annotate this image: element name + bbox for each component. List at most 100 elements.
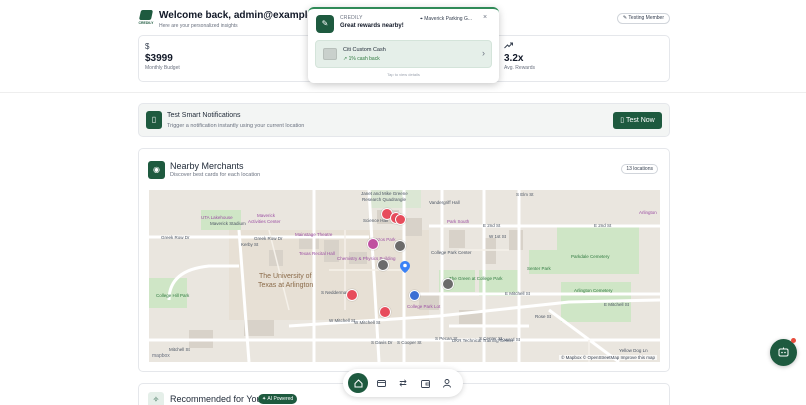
user-icon	[443, 379, 451, 388]
map-label: Parkdale Cemetery	[571, 254, 610, 259]
mapbox-logo: mapbox	[152, 353, 170, 359]
map-label: S Elm St	[516, 192, 534, 197]
map-pin-icon: ◉	[148, 161, 165, 179]
nav-transfers[interactable]: ⇄	[393, 373, 413, 393]
map-label: E 2nd St	[483, 223, 501, 228]
merchant-pin[interactable]	[409, 290, 420, 301]
nav-wallet[interactable]	[415, 373, 435, 393]
notifications-title: Test Smart Notifications	[167, 112, 241, 119]
map-label: Activities Center	[248, 219, 281, 224]
merchant-pin[interactable]	[394, 240, 406, 252]
popup-title: Great rewards nearby!	[340, 23, 404, 29]
rewards-notification-popup[interactable]: ✎ CREDILY Great rewards nearby! ⌖ Maveri…	[308, 7, 499, 83]
stat-label: Avg. Rewards	[504, 65, 536, 71]
merchant-pin[interactable]	[442, 278, 454, 290]
merchant-pin[interactable]	[395, 214, 406, 225]
offer-cashback: ↗ 1% cash back	[343, 56, 380, 62]
map-label: S Nedderman	[321, 290, 349, 295]
merchant-pin[interactable]	[346, 289, 358, 301]
map-label: Research Quadrangle	[362, 197, 407, 202]
map-label: Senter Park	[527, 266, 551, 271]
notifications-subtitle: Trigger a notification instantly using y…	[167, 123, 305, 129]
credily-logo: CREDILY	[138, 10, 154, 30]
stat-monthly-budget: $ $3999 Monthly Budget	[145, 42, 180, 71]
map-label: Maverick	[257, 213, 276, 218]
map-label: S Pecan St	[435, 336, 458, 341]
transfer-icon: ⇄	[399, 378, 407, 388]
merchant-pin[interactable]	[377, 259, 389, 271]
section-divider	[0, 92, 806, 93]
map-label: College Park Center	[431, 250, 472, 255]
test-notifications-card: ▯ Test Smart Notifications Trigger a not…	[138, 103, 670, 137]
ai-powered-badge: ✦ AI Powered	[258, 394, 298, 404]
map-label: Janet and Mike Greene	[361, 191, 408, 196]
smartphone-icon: ▯	[146, 111, 162, 129]
popup-footer: Tap to view details	[387, 72, 420, 77]
current-location-pin	[400, 261, 410, 273]
stat-avg-rewards: 3.2x Avg. Rewards	[504, 42, 535, 71]
locations-count-badge: 13 locations	[621, 164, 658, 174]
map-label: Arlington	[639, 210, 657, 215]
credit-card-icon	[376, 380, 386, 388]
credily-app-icon: ✎	[316, 15, 334, 33]
nearby-merchants-card: ◉ Nearby Merchants Discover best cards f…	[138, 148, 670, 372]
sparkles-icon: ✧	[148, 392, 164, 405]
tag-icon: ✎	[622, 15, 628, 21]
map-label: Maverick Stadium	[210, 221, 246, 226]
map-label: The University of	[259, 273, 312, 280]
wallet-icon	[420, 379, 430, 388]
home-icon	[354, 379, 362, 388]
testing-member-badge: ✎ Testing Member	[616, 13, 670, 24]
merchants-subtitle: Discover best cards for each location	[170, 172, 261, 178]
card-offer[interactable]: Citi Custom Cash ↗ 1% cash back ›	[315, 40, 492, 68]
welcome-subtitle: Here are your personalized insights	[159, 23, 238, 29]
map-label: E 2nd St	[594, 223, 612, 228]
location-pin-icon: ⌖	[420, 16, 423, 22]
map-label: College Hill Park	[156, 293, 190, 298]
close-icon[interactable]: ×	[483, 14, 487, 21]
test-now-button[interactable]: ▯ Test Now	[613, 112, 662, 129]
nav-home[interactable]	[348, 373, 368, 393]
map-label: W 1st St	[489, 234, 507, 239]
merchants-map[interactable]: Janet and Mike Greene Research Quadrangl…	[149, 190, 660, 362]
map-label: W Mitchell St	[354, 320, 381, 325]
map-label: E Mitchell St	[604, 302, 630, 307]
map-label: S Cooper St	[397, 340, 422, 345]
assistant-icon	[778, 347, 789, 357]
map-label: E Mitchell St	[505, 291, 531, 296]
trend-up-icon	[504, 42, 535, 51]
nav-cards[interactable]	[371, 373, 391, 393]
map-label: Arlington Cemetery	[574, 288, 613, 293]
nav-profile[interactable]	[437, 373, 457, 393]
map-label: Vandergriff Hall	[429, 200, 460, 205]
map-label: Texas Recital Hall	[299, 251, 335, 256]
map-label: S Center St	[479, 336, 503, 341]
map-label: UTA Lakehouse	[201, 215, 233, 220]
map-label: Mainstage Theatre	[295, 232, 333, 237]
popup-location: ⌖ Maverick Parking G...	[420, 16, 473, 22]
map-attribution[interactable]: © Mapbox © OpenStreetMap Improve this ma…	[559, 355, 657, 360]
map-label: Yellow Dog Ln	[619, 348, 648, 353]
dollar-icon: $	[145, 42, 150, 51]
chevron-right-icon: ›	[482, 48, 485, 58]
popup-app-name: CREDILY	[340, 15, 363, 21]
stat-label: Monthly Budget	[145, 65, 180, 71]
map-label: Greek Row Dr	[254, 236, 283, 241]
offer-card-name: Citi Custom Cash	[343, 47, 386, 53]
map-label: The Green at College Park	[449, 276, 503, 281]
map-label: S Davis Dr	[371, 340, 393, 345]
assistant-fab[interactable]	[770, 338, 797, 366]
map-label: Park South	[447, 219, 470, 224]
recommended-title: Recommended for You	[170, 394, 262, 404]
map-label: Rose St	[535, 314, 552, 319]
sparkle-icon: ✦	[262, 396, 267, 402]
map-label: Texas at Arlington	[258, 282, 314, 289]
notification-dot	[791, 338, 796, 343]
merchant-pin[interactable]	[367, 238, 379, 250]
merchants-title: Nearby Merchants	[170, 161, 244, 171]
stat-value: $3999	[145, 53, 173, 64]
map-label: Greek Row Dr	[161, 235, 190, 240]
map-label: College Park Lot	[407, 304, 441, 309]
card-image	[323, 48, 337, 60]
merchant-pin[interactable]	[379, 306, 391, 318]
